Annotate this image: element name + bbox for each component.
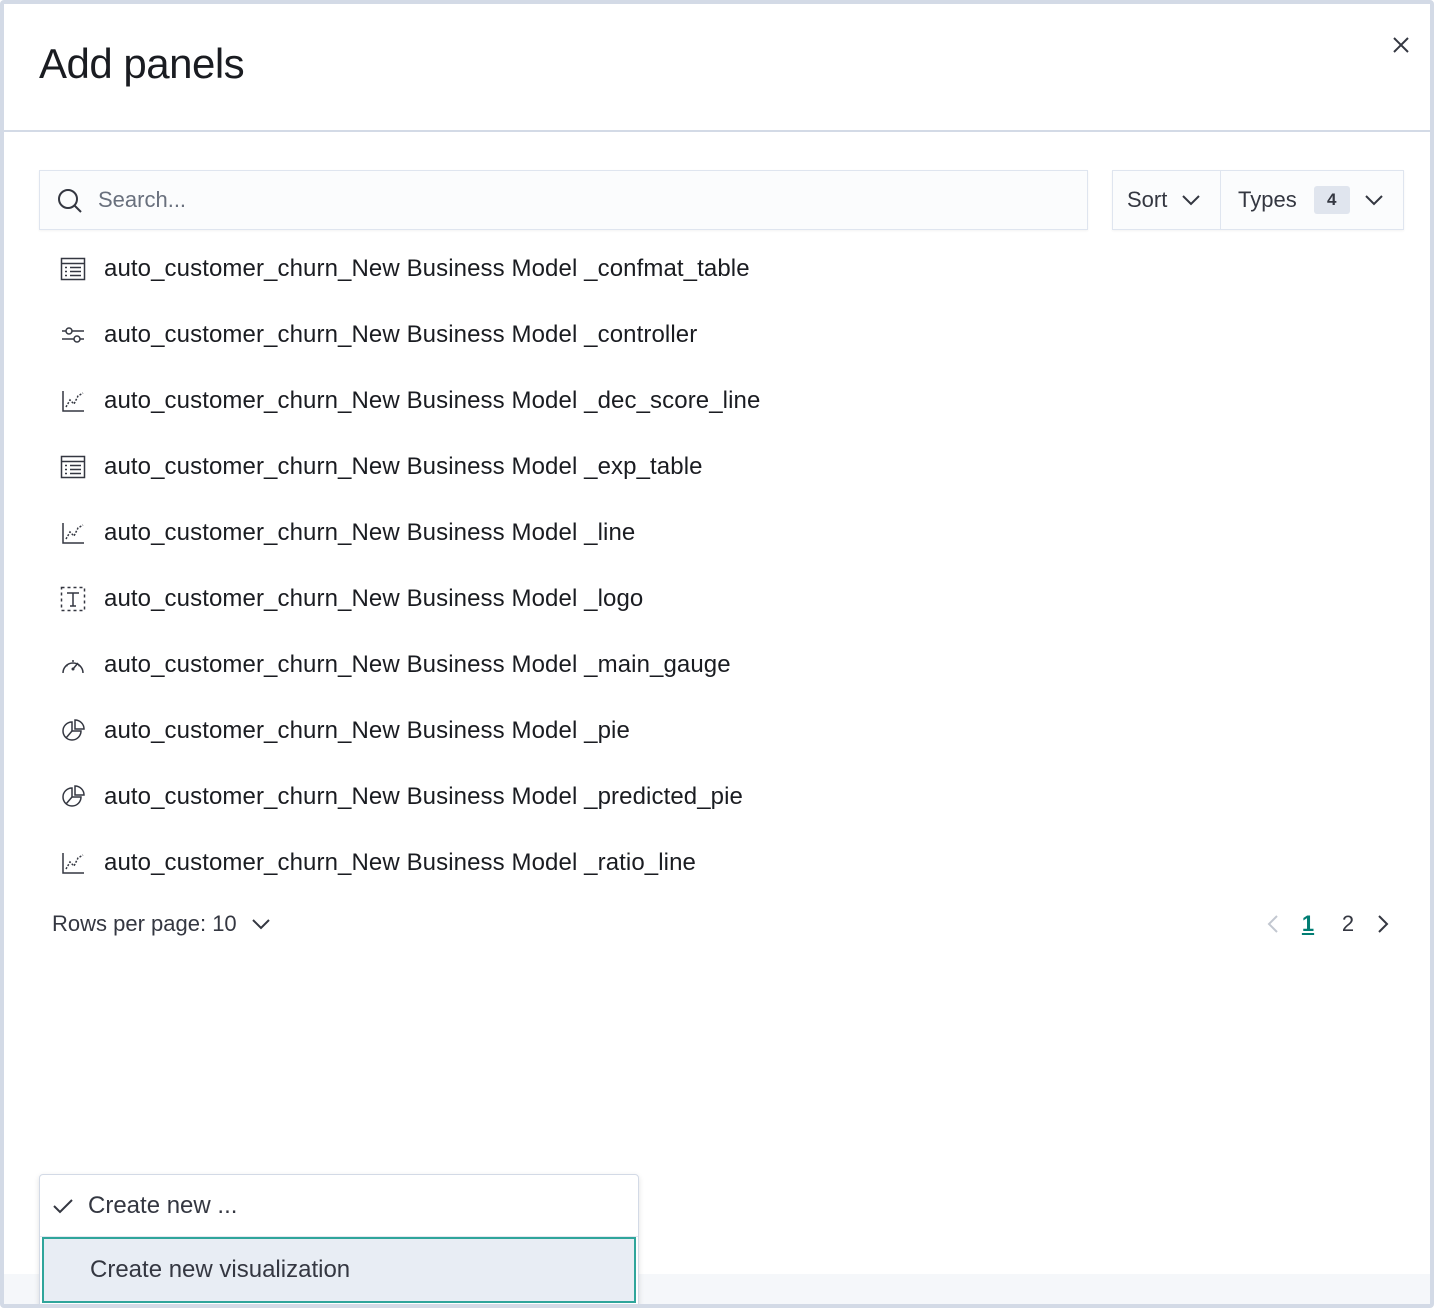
create-new-visualization-label: Create new visualization [90,1256,351,1283]
rows-per-page-label: Rows per page: 10 [52,911,237,936]
gauge-icon [58,650,88,680]
list-item[interactable]: auto_customer_churn_New Business Model _… [58,236,958,302]
close-button[interactable] [1386,30,1416,60]
list-item[interactable]: auto_customer_churn_New Business Model _… [58,632,958,698]
list-item-label: auto_customer_churn_New Business Model _… [104,387,761,414]
flyout-header: Add panels [4,4,1430,132]
search-box [39,170,1088,230]
list-item[interactable]: auto_customer_churn_New Business Model _… [58,434,958,500]
rows-per-page-button[interactable]: Rows per page: 10 [52,904,273,944]
list-item[interactable]: auto_customer_churn_New Business Model _… [58,500,958,566]
create-new-select: Create new ... Create new visualization [39,1174,639,1304]
create-new-visualization-option[interactable]: Create new visualization [42,1237,636,1303]
list-item-label: auto_customer_churn_New Business Model _… [104,717,630,744]
chevron-down-icon [1364,189,1386,211]
list-item-label: auto_customer_churn_New Business Model _… [104,585,644,612]
list-item[interactable]: auto_customer_churn_New Business Model _… [58,698,958,764]
next-page-button[interactable] [1368,909,1398,939]
create-new-option-label: Create new ... [88,1191,238,1219]
line-chart-icon [58,518,88,548]
list-item[interactable]: auto_customer_churn_New Business Model _… [58,764,958,830]
sort-label: Sort [1127,187,1168,212]
page-title: Add panels [39,40,245,87]
pie-chart-icon [58,716,88,746]
chevron-left-icon [1267,915,1278,933]
pie-chart-icon [58,782,88,812]
filter-group: Sort Types 4 [1112,170,1404,230]
check-icon [52,1193,78,1219]
types-count-badge: 4 [1313,186,1350,214]
add-panels-flyout: Add panels Sort Types 4 [0,0,1434,1308]
list-item[interactable]: auto_customer_churn_New Business Model _… [58,566,958,632]
types-button[interactable]: Types 4 [1221,171,1403,229]
chevron-down-icon [251,913,273,935]
line-chart-icon [58,386,88,416]
table-icon [58,254,88,284]
sort-button[interactable]: Sort [1113,171,1221,229]
page-1-button[interactable]: 1 [1288,911,1328,937]
list-item-label: auto_customer_churn_New Business Model _… [104,255,750,282]
text-icon [58,584,88,614]
controls-icon [58,320,88,350]
search-input[interactable] [98,171,1068,229]
types-label: Types [1238,187,1297,212]
list-item[interactable]: auto_customer_churn_New Business Model _… [58,302,958,368]
saved-objects-list: auto_customer_churn_New Business Model _… [58,236,958,896]
list-item[interactable]: auto_customer_churn_New Business Model _… [58,368,958,434]
chevron-down-icon [1181,189,1203,211]
list-item-label: auto_customer_churn_New Business Model _… [104,783,744,810]
close-icon [1393,37,1409,53]
previous-page-button[interactable] [1258,909,1288,939]
list-item-label: auto_customer_churn_New Business Model _… [104,519,636,546]
search-icon [58,189,82,213]
list-item-label: auto_customer_churn_New Business Model _… [104,849,696,876]
chevron-right-icon [1378,915,1389,933]
list-item-label: auto_customer_churn_New Business Model _… [104,651,731,678]
list-item-label: auto_customer_churn_New Business Model _… [104,321,698,348]
list-item-label: auto_customer_churn_New Business Model _… [104,453,703,480]
list-item[interactable]: auto_customer_churn_New Business Model _… [58,830,958,896]
create-new-option[interactable]: Create new ... [40,1175,638,1237]
pagination: 1 2 [1258,904,1408,944]
line-chart-icon [58,848,88,878]
page-2-button[interactable]: 2 [1328,911,1368,937]
table-icon [58,452,88,482]
